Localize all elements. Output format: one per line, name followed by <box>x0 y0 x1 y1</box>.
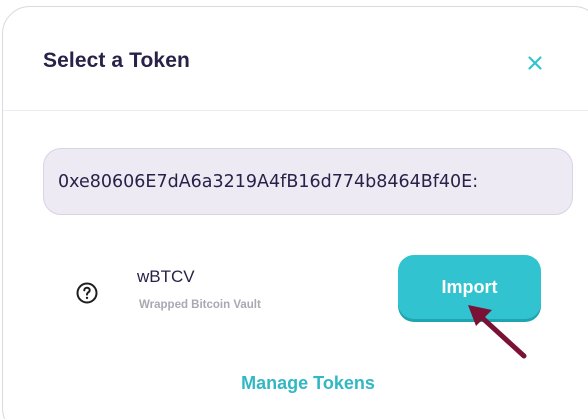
token-symbol: wBTCV <box>137 267 195 286</box>
question-circle-icon <box>76 282 98 304</box>
screen: Select a Token wBTCV Wrapped Bitcoin Vau… <box>0 0 588 419</box>
select-token-modal: Select a Token wBTCV Wrapped Bitcoin Vau… <box>2 6 588 419</box>
token-address-input[interactable] <box>43 148 573 215</box>
token-name: Wrapped Bitcoin Vault <box>139 299 261 311</box>
modal-title: Select a Token <box>43 49 190 72</box>
modal-header: Select a Token <box>3 7 588 111</box>
manage-tokens-link[interactable]: Manage Tokens <box>3 373 588 394</box>
import-button[interactable]: Import <box>398 255 541 319</box>
close-button[interactable] <box>523 51 547 75</box>
close-icon <box>528 56 542 70</box>
token-result-row: wBTCV Wrapped Bitcoin Vault Import <box>3 247 588 337</box>
